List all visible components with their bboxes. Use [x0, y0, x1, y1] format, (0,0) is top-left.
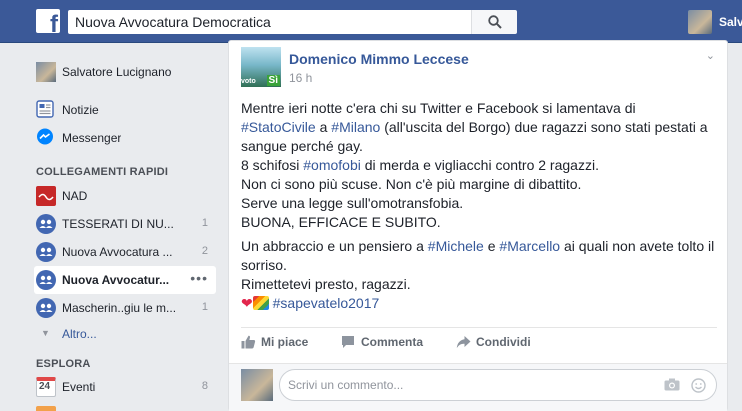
profile-name: Salvatore [719, 15, 742, 29]
group-icon [36, 270, 56, 290]
search-button[interactable] [471, 10, 517, 34]
emoji-icon[interactable] [691, 378, 706, 393]
avatar [241, 369, 273, 401]
group-icon [36, 214, 56, 234]
thumbs-up-icon [241, 335, 256, 349]
hashtag-link[interactable]: #Michele [428, 238, 484, 254]
hashtag-link[interactable]: #Marcello [499, 238, 560, 254]
camera-icon[interactable] [664, 378, 680, 391]
news-feed-icon [36, 100, 56, 120]
notification-count: 8 [201, 380, 208, 392]
author-avatar[interactable]: voto Sì [241, 47, 281, 87]
comment-input[interactable]: Scrivi un commento... [279, 369, 717, 401]
comment-placeholder: Scrivi un commento... [288, 378, 404, 392]
sidebar-item-label: Nuova Avvocatura ... [62, 245, 173, 259]
chevron-down-icon[interactable]: ⌄ [706, 49, 715, 62]
search-icon [488, 15, 502, 29]
section-heading: COLLEGAMENTI RAPIDI [36, 166, 169, 178]
avatar [688, 10, 712, 34]
share-label: Condividi [476, 335, 531, 349]
top-navigation-bar: f Salvatore [0, 0, 742, 43]
calendar-icon: 24 [36, 377, 56, 397]
hashtag-link[interactable]: #StatoCivile [241, 119, 316, 135]
sidebar-item-label: Nuova Avvocatur... [62, 273, 170, 287]
post-paragraph: Un abbraccio e un pensiero a #Michele e … [241, 237, 721, 313]
nad-logo-icon [36, 186, 56, 206]
post-card: voto Sì Domenico Mimmo Leccese 16 h ⌄ Me… [228, 40, 728, 411]
sidebar-item-label: Altro... [62, 327, 97, 341]
messenger-icon [36, 128, 56, 148]
calendar-day: 24 [39, 381, 51, 392]
sidebar-item-profile[interactable]: Salvatore Lucignano [34, 58, 216, 86]
search-bar [68, 10, 517, 34]
comment-icon [342, 336, 354, 348]
heart-emoji-icon: ❤ [241, 295, 253, 311]
sidebar-item-label: Notizie [62, 103, 99, 117]
post-actions: Mi piace Commenta Condividi [241, 329, 717, 357]
like-label: Mi piace [261, 335, 309, 349]
post-text: a [315, 119, 332, 135]
sidebar-item-label: TESSERATI DI NU... [62, 217, 174, 231]
facebook-logo-icon[interactable]: f [36, 9, 60, 33]
more-options-icon[interactable]: ••• [190, 270, 208, 286]
sidebar-item-group[interactable]: TESSERATI DI NU... 1 [34, 210, 216, 238]
sidebar-item-group[interactable]: Nuova Avvocatura ... 2 [34, 238, 216, 266]
post-paragraph: Mentre ieri notte c'era chi su Twitter e… [241, 99, 721, 232]
post-text: Un abbraccio e un pensiero a [241, 238, 428, 254]
comment-label: Commenta [361, 335, 424, 349]
post-text-line: BUONA, EFFICACE E SUBITO. [241, 214, 441, 230]
notification-count: 1 [201, 301, 208, 313]
sidebar-item-notizie[interactable]: Notizie [34, 96, 216, 124]
sidebar-item-group-active[interactable]: Nuova Avvocatur... ••• [34, 266, 216, 294]
post-text: di merda e vigliacchi contro 2 ragazzi. [360, 157, 599, 173]
sidebar-more-link[interactable]: ▼ Altro... [34, 320, 216, 348]
post-author[interactable]: Domenico Mimmo Leccese [289, 51, 469, 67]
sidebar-item-group[interactable]: Mascherin..giu le m... 1 [34, 294, 216, 322]
pages-icon [36, 406, 56, 411]
post-text: e [483, 238, 500, 254]
sidebar-item-label: Mascherin..giu le m... [62, 301, 177, 315]
post-body: Mentre ieri notte c'era chi su Twitter e… [241, 99, 721, 318]
sidebar-item-messenger[interactable]: Messenger [34, 124, 216, 152]
search-input[interactable] [68, 10, 468, 34]
sidebar-item-label: Eventi [62, 380, 96, 394]
notification-count: 2 [201, 245, 208, 257]
post-text-line: Non ci sono più scuse. Non c'è più margi… [241, 176, 582, 192]
post-text-line: Mentre ieri notte c'era chi su Twitter e… [241, 100, 636, 116]
sidebar-item-eventi[interactable]: 24 Eventi 8 [34, 373, 216, 401]
sidebar-item-label: Salvatore Lucignano [62, 65, 172, 79]
chevron-down-icon: ▼ [41, 328, 50, 338]
hashtag-link[interactable]: #sapevatelo2017 [273, 295, 380, 311]
avatar [36, 62, 56, 82]
hashtag-link[interactable]: #Milano [331, 119, 380, 135]
divider [241, 327, 717, 328]
post-text-line: Serve una legge sull'omotransfobia. [241, 195, 464, 211]
post-timestamp[interactable]: 16 h [289, 71, 312, 85]
avatar-badge: Sì [266, 75, 280, 86]
sidebar-item-label: NAD [62, 189, 88, 203]
sidebar-item-partial[interactable] [34, 401, 216, 411]
sidebar-item-label: Messenger [62, 131, 122, 145]
post-text: 8 schifosi [241, 157, 304, 173]
comment-composer: Scrivi un commento... [229, 363, 727, 411]
sidebar-item-nad[interactable]: NAD [34, 182, 216, 210]
group-icon [36, 242, 56, 262]
share-icon [456, 336, 471, 348]
notification-count: 1 [201, 217, 208, 229]
rainbow-emoji-icon [252, 296, 269, 310]
section-heading: ESPLORA [36, 358, 91, 370]
post-text-line: Rimettetevi presto, ragazzi. [241, 276, 411, 292]
hashtag-link[interactable]: #omofobi [303, 157, 361, 173]
avatar-text: voto [241, 78, 256, 85]
group-icon [36, 298, 56, 318]
